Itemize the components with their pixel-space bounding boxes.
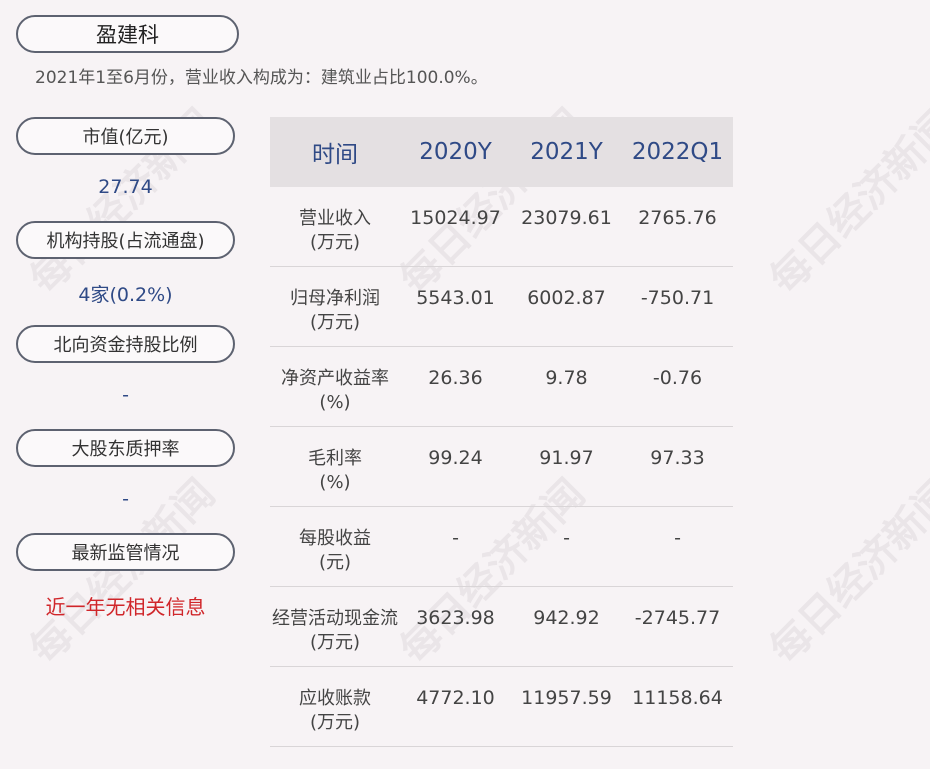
market-cap-label: 市值(亿元) (16, 117, 235, 155)
cell-value: 6002.87 (527, 287, 606, 309)
cell-value: 4772.10 (416, 687, 495, 709)
cell-value: 91.97 (539, 447, 594, 469)
institutional-holding-label: 机构持股(占流通盘) (16, 221, 235, 259)
regulatory-status-label: 最新监管情况 (16, 533, 235, 571)
cell-value: -0.76 (652, 367, 703, 389)
table-row: 营业收入 (万元) 15024.97 23079.61 2765.76 (270, 187, 733, 267)
cell-value: 3623.98 (416, 607, 495, 629)
row-label: 毛利率 (%) (308, 448, 362, 493)
table-row: 每股收益 (元) - - - (270, 507, 733, 587)
pledge-rate-label: 大股东质押率 (16, 429, 235, 467)
cell-value: - (674, 527, 681, 549)
financial-table: 时间 2020Y 2021Y 2022Q1 营业收入 (万元) 15024.97 … (270, 117, 733, 747)
cell-value: 942.92 (533, 607, 600, 629)
header-2022q1: 2022Q1 (631, 139, 724, 165)
cell-value: - (563, 527, 570, 549)
market-cap-value: 27.74 (98, 176, 153, 198)
institutional-holding-value: 4家(0.2%) (78, 284, 173, 306)
cell-value: 11957.59 (521, 687, 612, 709)
header-2020y: 2020Y (419, 139, 492, 165)
row-label: 经营活动现金流 (万元) (272, 608, 398, 653)
cell-value: - (452, 527, 459, 549)
company-title: 盈建科 (16, 15, 239, 53)
revenue-summary: 2021年1至6月份，营业收入构成为：建筑业占比100.0%。 (35, 68, 488, 88)
pledge-rate-value: - (122, 488, 129, 510)
cell-value: 23079.61 (521, 207, 612, 229)
cell-value: 11158.64 (632, 687, 723, 709)
row-label: 应收账款 (万元) (299, 688, 371, 733)
cell-value: 26.36 (428, 367, 483, 389)
row-label: 营业收入 (万元) (299, 208, 371, 253)
header-2021y: 2021Y (530, 139, 603, 165)
cell-value: -2745.77 (634, 607, 721, 629)
cell-value: 97.33 (650, 447, 705, 469)
watermark: 每日经济新闻 (761, 100, 930, 303)
table-row: 应收账款 (万元) 4772.10 11957.59 11158.64 (270, 667, 733, 747)
row-label: 归母净利润 (万元) (290, 288, 380, 333)
watermark: 每日经济新闻 (761, 470, 930, 673)
cell-value: 2765.76 (638, 207, 717, 229)
row-label: 每股收益 (元) (299, 528, 371, 573)
row-label: 净资产收益率 (%) (281, 368, 389, 413)
cell-value: 5543.01 (416, 287, 495, 309)
table-header: 时间 2020Y 2021Y 2022Q1 (270, 117, 733, 187)
table-row: 经营活动现金流 (万元) 3623.98 942.92 -2745.77 (270, 587, 733, 667)
northbound-holding-label: 北向资金持股比例 (16, 325, 235, 363)
cell-value: 99.24 (428, 447, 483, 469)
cell-value: -750.71 (640, 287, 715, 309)
cell-value: 9.78 (545, 367, 588, 389)
table-row: 毛利率 (%) 99.24 91.97 97.33 (270, 427, 733, 507)
table-row: 归母净利润 (万元) 5543.01 6002.87 -750.71 (270, 267, 733, 347)
northbound-holding-value: - (122, 384, 129, 406)
regulatory-status-value: 近一年无相关信息 (45, 595, 206, 619)
cell-value: 15024.97 (410, 207, 501, 229)
header-time: 时间 (312, 142, 358, 168)
table-row: 净资产收益率 (%) 26.36 9.78 -0.76 (270, 347, 733, 427)
